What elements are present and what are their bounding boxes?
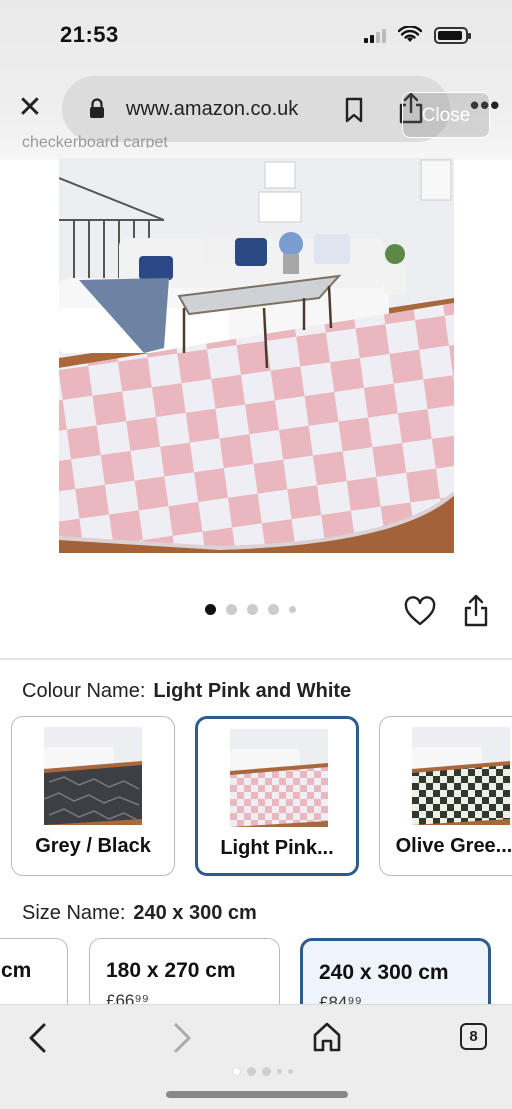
battery-icon (434, 26, 471, 44)
size-name-label: Size Name: 240 x 300 cm (22, 902, 257, 924)
colour-name-value: Light Pink and White (153, 680, 352, 702)
back-icon[interactable] (26, 1021, 50, 1055)
colour-option-olive-green[interactable]: Olive Gree... (379, 716, 512, 876)
swatch-label: Light Pink... (220, 837, 334, 859)
status-bar: 21:53 (0, 18, 512, 54)
status-time: 21:53 (60, 22, 119, 47)
product-image[interactable] (59, 158, 454, 553)
swatch-thumbnail (412, 727, 510, 825)
swatch-thumbnail (44, 727, 142, 825)
size-name-value: 240 x 300 cm (133, 902, 257, 924)
cellular-signal-icon (364, 27, 386, 43)
image-carousel-dots[interactable] (205, 604, 296, 615)
page-indicator-dots (232, 1067, 293, 1076)
swatch-thumbnail (230, 729, 328, 827)
browser-chrome: 21:53 ✕ www.amazon.co.uk ••• Close check… (0, 0, 512, 160)
home-icon[interactable] (312, 1021, 342, 1053)
divider (0, 658, 512, 660)
wifi-icon (398, 26, 422, 42)
heart-icon[interactable] (404, 596, 436, 628)
url-field[interactable]: www.amazon.co.uk (62, 76, 450, 142)
size-option-label: cm (1, 959, 32, 982)
bookmark-icon[interactable] (344, 97, 364, 123)
share-icon[interactable] (462, 594, 490, 628)
home-indicator[interactable] (166, 1091, 348, 1098)
size-option-label: 240 x 300 cm (319, 961, 449, 984)
tabs-icon[interactable]: 8 (460, 1023, 487, 1050)
url-text: www.amazon.co.uk (126, 98, 299, 120)
colour-name-label: Colour Name: Light Pink and White (22, 680, 352, 702)
close-icon[interactable]: ✕ (14, 92, 46, 124)
swatch-label: Olive Gree... (395, 835, 512, 857)
colour-option-grey-black[interactable]: Grey / Black (11, 716, 175, 876)
close-overlay-button[interactable]: Close (402, 92, 490, 138)
lock-icon (90, 98, 104, 118)
size-option-label: 180 x 270 cm (106, 959, 236, 982)
swatch-label: Grey / Black (35, 835, 151, 857)
browser-toolbar: 8 (0, 1004, 512, 1109)
forward-icon[interactable] (170, 1021, 194, 1055)
product-title-partial: checkerboard carpet (22, 134, 168, 148)
status-icons (364, 26, 471, 44)
colour-option-light-pink[interactable]: Light Pink... (195, 716, 359, 876)
